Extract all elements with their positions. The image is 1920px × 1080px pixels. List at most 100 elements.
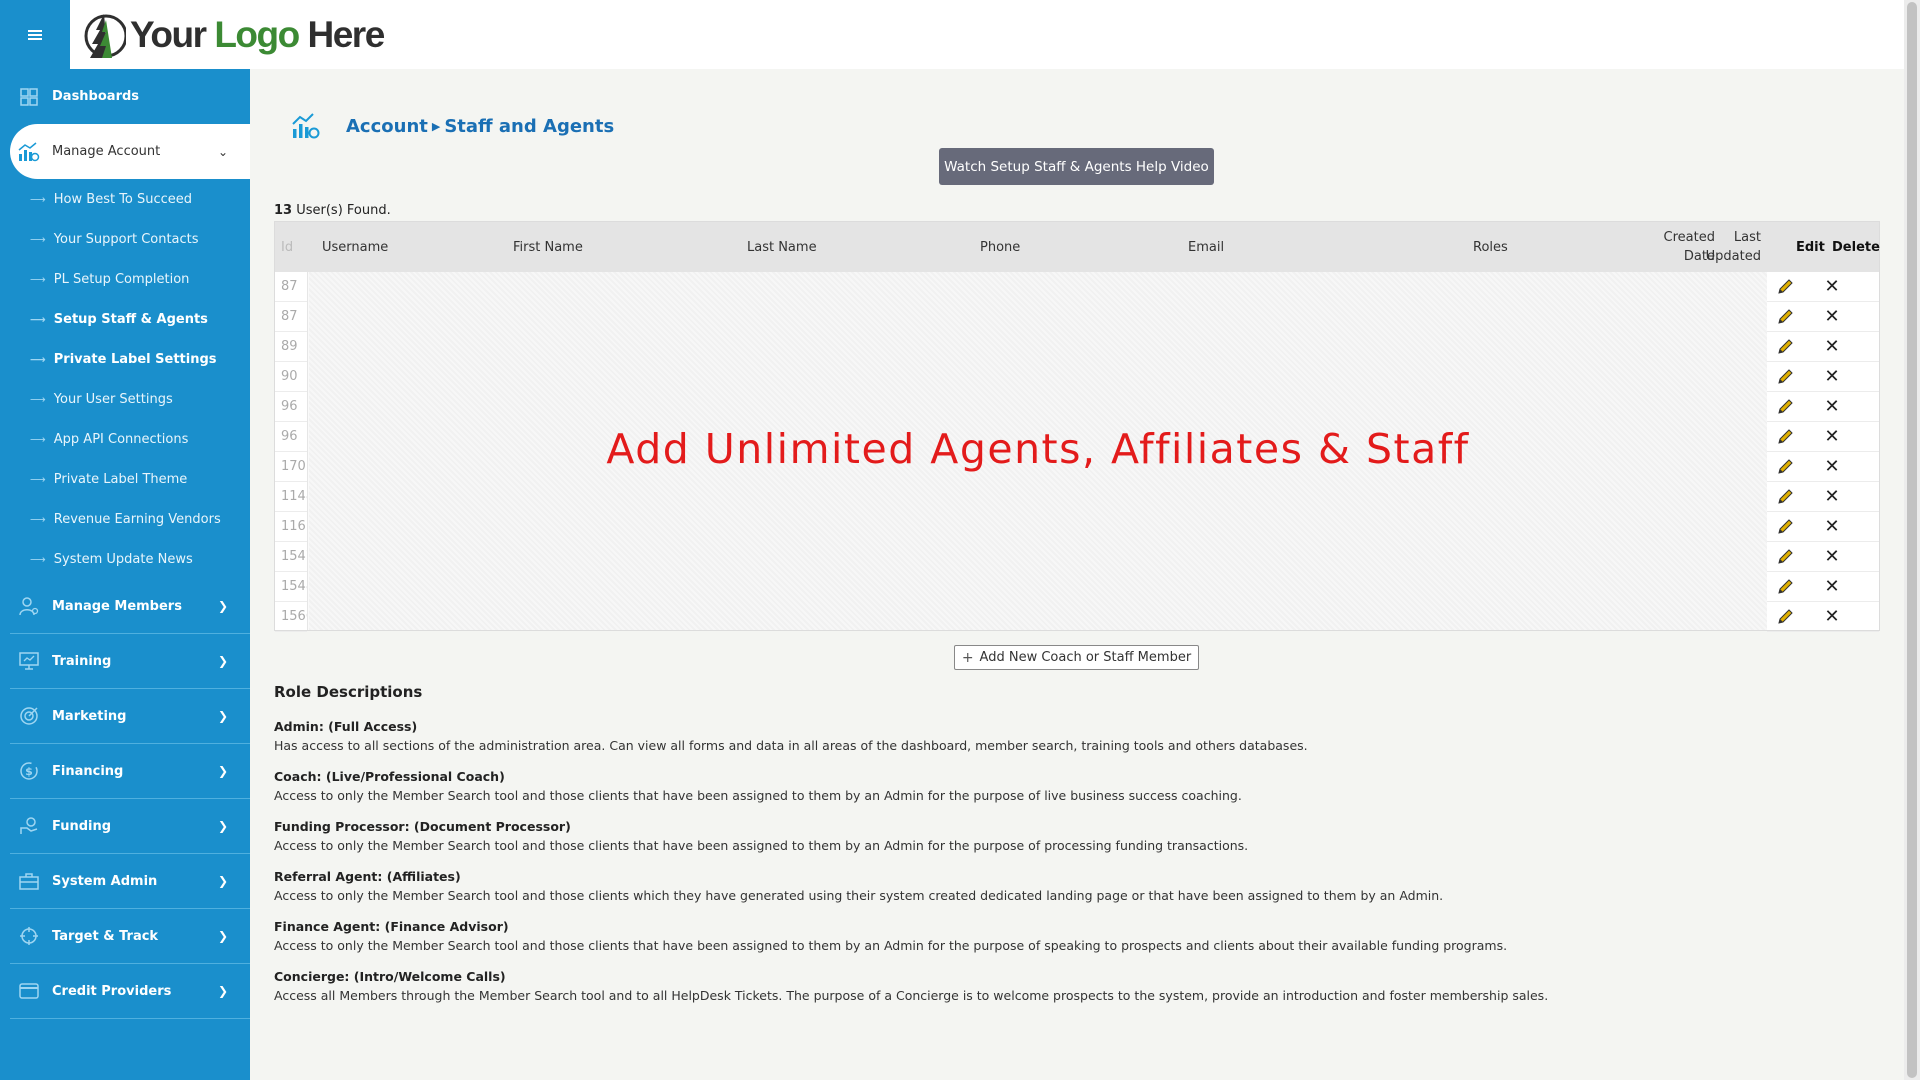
submenu-item[interactable]: ⟶ PL Setup Completion: [10, 259, 250, 299]
submenu-item[interactable]: ⟶ How Best To Succeed: [10, 179, 250, 219]
submenu-item[interactable]: ⟶ Your User Settings: [10, 379, 250, 419]
col-email[interactable]: Email: [1188, 222, 1224, 272]
sidebar-item-label: Financing: [52, 763, 124, 779]
action-row: ✕: [1767, 422, 1879, 452]
submenu-item[interactable]: ⟶ Revenue Earning Vendors: [10, 499, 250, 539]
action-row: ✕: [1767, 392, 1879, 422]
pencil-icon[interactable]: [1776, 548, 1794, 566]
sidebar-item-label: Marketing: [52, 708, 127, 724]
close-icon[interactable]: ✕: [1822, 607, 1842, 627]
pencil-icon[interactable]: [1776, 278, 1794, 296]
close-icon[interactable]: ✕: [1822, 367, 1842, 387]
col-phone[interactable]: Phone: [980, 222, 1020, 272]
presentation-icon: [18, 650, 40, 672]
chart-settings-icon: [292, 113, 320, 139]
submenu-item[interactable]: ⟶ Private Label Settings: [10, 339, 250, 379]
col-created-date[interactable]: Created Date: [1645, 222, 1715, 272]
page-title: Staff and Agents: [444, 115, 615, 137]
sidebar-item-manage-members[interactable]: Manage Members ❯: [10, 579, 250, 634]
dollar-cycle-icon: $: [18, 760, 40, 782]
submenu-item[interactable]: ⟶ Private Label Theme: [10, 459, 250, 499]
pencil-icon[interactable]: [1776, 398, 1794, 416]
col-username[interactable]: Username: [322, 222, 388, 272]
pencil-icon[interactable]: [1776, 578, 1794, 596]
id-cell: 1566: [275, 602, 307, 632]
sidebar-item-funding[interactable]: Funding ❯: [10, 799, 250, 854]
action-row: ✕: [1767, 572, 1879, 602]
col-first-name[interactable]: First Name: [513, 222, 583, 272]
close-icon[interactable]: ✕: [1822, 457, 1842, 477]
sidebar-item-marketing[interactable]: Marketing ❯: [10, 689, 250, 744]
col-id[interactable]: Id: [281, 222, 293, 272]
close-icon[interactable]: ✕: [1822, 337, 1842, 357]
target-icon: [18, 705, 40, 727]
sidebar-item-label: Funding: [52, 818, 112, 834]
action-row: ✕: [1767, 272, 1879, 302]
close-icon[interactable]: ✕: [1822, 277, 1842, 297]
action-row: ✕: [1767, 602, 1879, 632]
promo-overlay-text: Add Unlimited Agents, Affiliates & Staff: [606, 425, 1470, 473]
sidebar-item-target-track[interactable]: Target & Track ❯: [10, 909, 250, 964]
submenu-item[interactable]: ⟶ App API Connections: [10, 419, 250, 459]
action-row: ✕: [1767, 332, 1879, 362]
pencil-icon[interactable]: [1776, 338, 1794, 356]
sidebar-item-label: Credit Providers: [52, 983, 172, 999]
close-icon[interactable]: ✕: [1822, 427, 1842, 447]
id-cell: 96: [275, 422, 307, 452]
role-item: Funding Processor: (Document Processor) A…: [274, 819, 1249, 853]
action-row: ✕: [1767, 362, 1879, 392]
col-delete: Delete: [1832, 239, 1880, 255]
id-cell: 1148: [275, 482, 307, 512]
sidebar-item-manage-account[interactable]: Manage Account ⌄: [10, 124, 250, 179]
col-edit: Edit: [1796, 239, 1825, 255]
pencil-icon[interactable]: [1776, 488, 1794, 506]
logo[interactable]: Your Logo Here: [82, 6, 385, 64]
chevron-right-icon: ❯: [217, 819, 228, 833]
users-found-count: 13 User(s) Found.: [274, 203, 391, 218]
pencil-icon[interactable]: [1776, 518, 1794, 536]
sidebar-item-label: Target & Track: [52, 928, 159, 944]
page-scrollbar[interactable]: [1904, 0, 1920, 1080]
breadcrumb-parent[interactable]: Account: [346, 116, 428, 137]
sidebar-item-training[interactable]: Training ❯: [10, 634, 250, 689]
pencil-icon[interactable]: [1776, 368, 1794, 386]
close-icon[interactable]: ✕: [1822, 547, 1842, 567]
sidebar-item-label: Dashboards: [52, 89, 140, 104]
chevron-right-icon: ❯: [217, 929, 228, 943]
help-video-button[interactable]: Watch Setup Staff & Agents Help Video: [939, 148, 1214, 185]
add-staff-button[interactable]: + Add New Coach or Staff Member: [954, 645, 1199, 670]
pencil-icon[interactable]: [1776, 308, 1794, 326]
pencil-icon[interactable]: [1776, 458, 1794, 476]
submenu-item[interactable]: ⟶ System Update News: [10, 539, 250, 579]
close-icon[interactable]: ✕: [1822, 487, 1842, 507]
scrollbar-thumb[interactable]: [1907, 2, 1917, 1078]
arrow-right-icon: ⟶: [30, 552, 46, 566]
arrow-right-icon: ⟶: [30, 272, 46, 286]
sidebar-item-dashboards[interactable]: Dashboards: [10, 69, 250, 124]
close-icon[interactable]: ✕: [1822, 517, 1842, 537]
arrow-right-icon: ⟶: [30, 232, 46, 246]
role-item: Admin: (Full Access) Has access to all se…: [274, 719, 1308, 753]
top-bar: Your Logo Here: [0, 0, 1904, 69]
sidebar-item-label: Training: [52, 653, 112, 669]
arrow-right-icon: ⟶: [30, 192, 46, 206]
col-roles[interactable]: Roles: [1473, 222, 1508, 272]
sidebar-item-credit-providers[interactable]: Credit Providers ❯: [10, 964, 250, 1019]
grid-icon: [18, 86, 40, 108]
menu-toggle-button[interactable]: [0, 0, 70, 69]
col-last-updated[interactable]: Last Updated: [1706, 222, 1761, 272]
submenu-item[interactable]: ⟶ Your Support Contacts: [10, 219, 250, 259]
chevron-right-icon: ❯: [217, 709, 228, 723]
sidebar-item-system-admin[interactable]: System Admin ❯: [10, 854, 250, 909]
pencil-icon[interactable]: [1776, 428, 1794, 446]
users-table: Id Username First Name Last Name Phone E…: [274, 221, 1880, 632]
close-icon[interactable]: ✕: [1822, 577, 1842, 597]
arrow-right-icon: ⟶: [30, 512, 46, 526]
close-icon[interactable]: ✕: [1822, 307, 1842, 327]
pencil-icon[interactable]: [1776, 608, 1794, 626]
col-last-name[interactable]: Last Name: [747, 222, 817, 272]
id-cell: 170: [275, 452, 307, 482]
submenu-item-active[interactable]: ⟶ Setup Staff & Agents: [10, 299, 250, 339]
sidebar-item-financing[interactable]: $ Financing ❯: [10, 744, 250, 799]
close-icon[interactable]: ✕: [1822, 397, 1842, 417]
